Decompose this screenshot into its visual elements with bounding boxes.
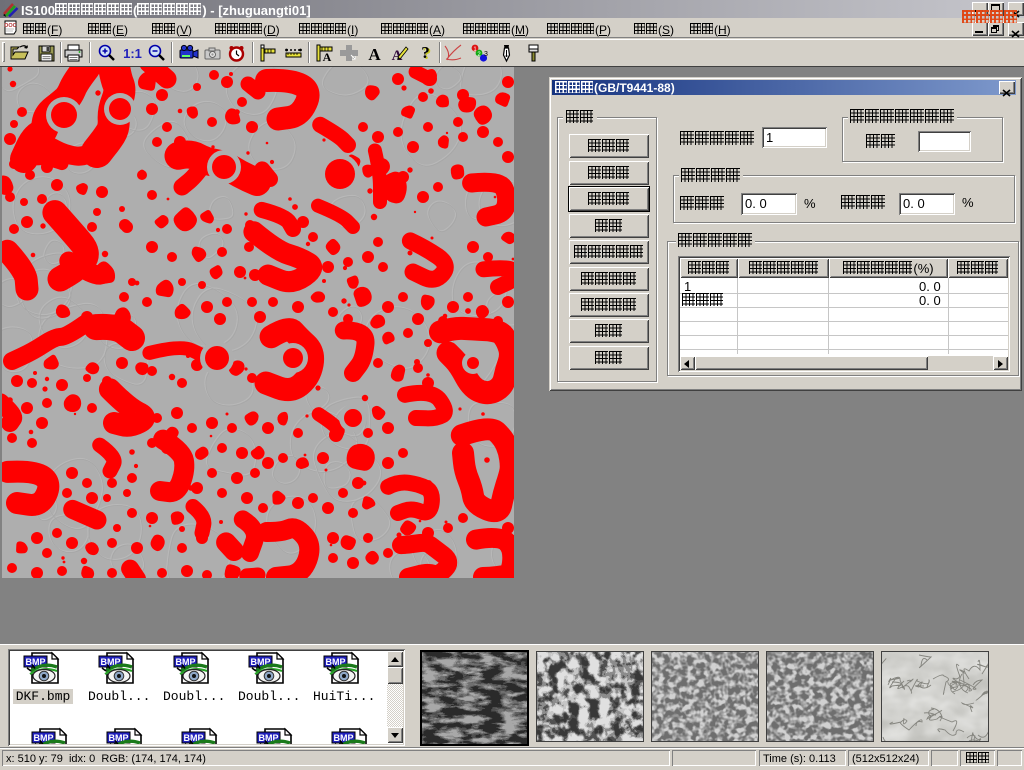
svg-text:DOC: DOC bbox=[4, 23, 16, 29]
svg-text:?: ? bbox=[421, 43, 430, 62]
svg-text:A: A bbox=[323, 50, 332, 63]
svg-text:A: A bbox=[368, 45, 381, 63]
svg-text:3: 3 bbox=[484, 51, 488, 58]
svg-text:1:1: 1:1 bbox=[123, 46, 142, 61]
